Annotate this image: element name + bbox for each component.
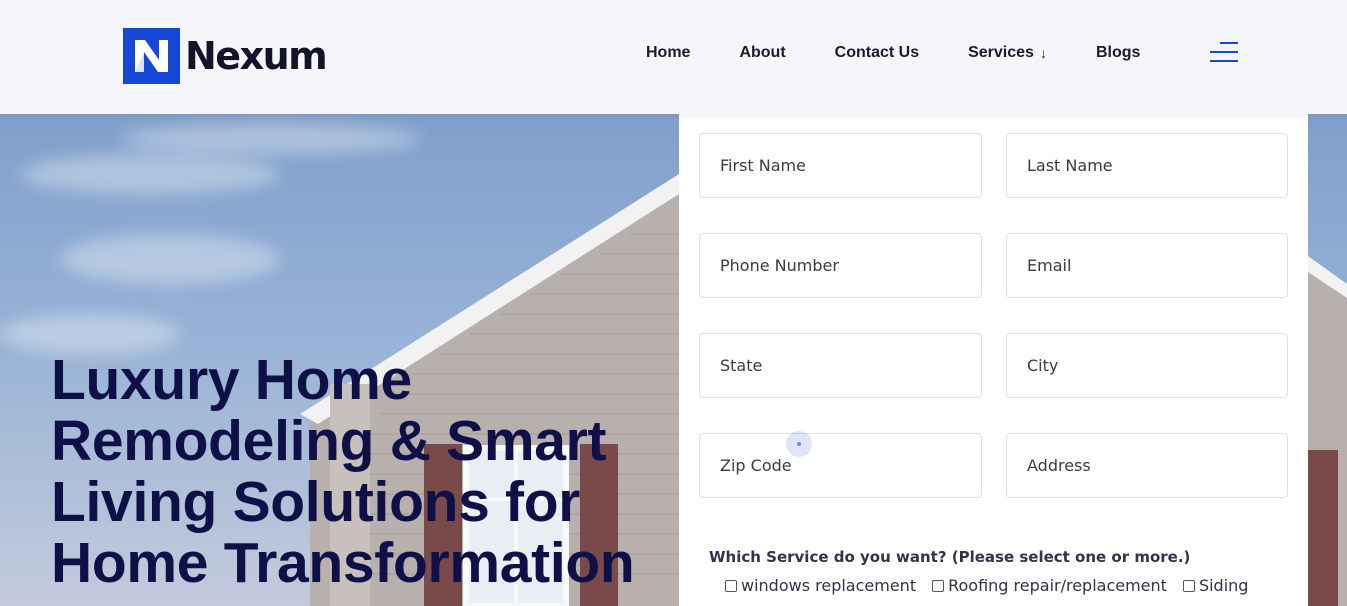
first-name-field[interactable] [699, 133, 982, 198]
hero-title-line: Home Transformation [51, 531, 635, 595]
nav-home[interactable]: Home [646, 44, 690, 62]
service-question-label: Which Service do you want? (Please selec… [709, 548, 1191, 566]
nav-services[interactable]: Services ↓ [968, 44, 1047, 62]
nav-about[interactable]: About [739, 44, 785, 62]
nav-contact-us[interactable]: Contact Us [835, 44, 919, 62]
logo[interactable]: Nexum [123, 28, 328, 84]
service-checkbox-group: windows replacement Roofing repair/repla… [725, 576, 1264, 595]
email-field[interactable] [1006, 233, 1288, 298]
service-option-label: Roofing repair/replacement [948, 576, 1167, 595]
nav-services-label: Services [968, 44, 1034, 61]
address-field[interactable] [1006, 433, 1288, 498]
service-option-label: windows replacement [741, 576, 917, 595]
service-option-label: Siding [1198, 576, 1249, 595]
hero-title-line: Luxury Home [51, 348, 412, 412]
site-header: Nexum Home About Contact Us Services ↓ B… [0, 0, 1347, 114]
checkbox-icon[interactable] [725, 579, 737, 592]
checkbox-icon[interactable] [1182, 579, 1195, 592]
city-field[interactable] [1006, 333, 1288, 398]
service-option-siding[interactable]: Siding [1182, 576, 1249, 595]
logo-mark-icon [123, 28, 180, 84]
main-nav: Home About Contact Us Services ↓ Blogs [646, 44, 1189, 62]
zip-code-field[interactable] [699, 433, 982, 498]
nav-blogs[interactable]: Blogs [1096, 44, 1140, 62]
service-option-roofing[interactable]: Roofing repair/replacement [932, 576, 1167, 595]
phone-field[interactable] [699, 233, 982, 298]
checkbox-icon[interactable] [932, 579, 945, 592]
arrow-down-icon: ↓ [1039, 45, 1047, 61]
logo-text: Nexum [185, 34, 328, 78]
hero-title-line: Living Solutions for [51, 470, 581, 534]
state-field[interactable] [699, 333, 982, 398]
service-option-windows[interactable]: windows replacement [725, 576, 916, 595]
last-name-field[interactable] [1006, 133, 1288, 198]
hero-title: Luxury Home Remodeling & Smart Living So… [51, 350, 671, 594]
hamburger-menu-icon[interactable] [1210, 42, 1238, 62]
quote-form: Which Service do you want? (Please selec… [679, 114, 1308, 606]
hero-title-line: Remodeling & Smart [51, 409, 607, 473]
mouse-cursor-indicator [786, 431, 812, 457]
